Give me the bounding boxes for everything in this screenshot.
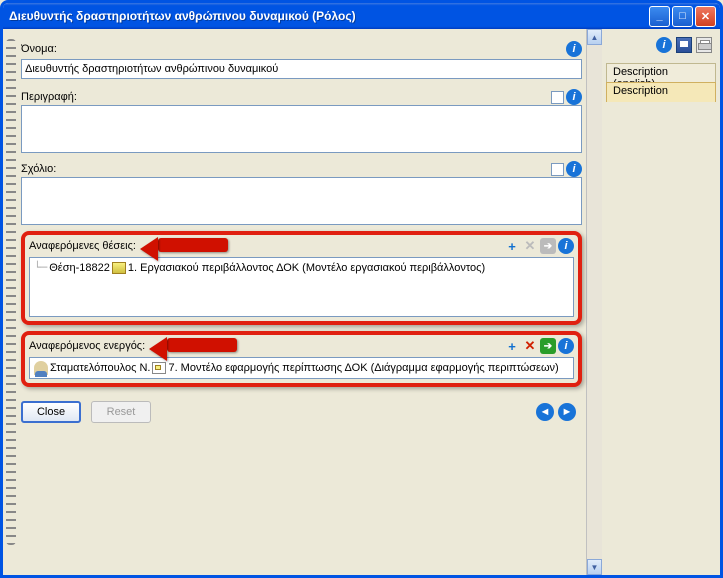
close-button[interactable]: Close bbox=[21, 401, 81, 423]
positions-section: Αναφερόμενες θέσεις: + ✕ ➔ i └─ Θέση-188… bbox=[21, 231, 582, 325]
actor-list[interactable]: Σταματελόπουλος Ν. 7. Μοντέλο εφαρμογής … bbox=[29, 357, 574, 379]
remove-icon[interactable]: ✕ bbox=[522, 238, 538, 254]
scroll-up-icon[interactable]: ▲ bbox=[587, 29, 602, 45]
list-item[interactable]: Σταματελόπουλος Ν. 7. Μοντέλο εφαρμογής … bbox=[34, 361, 569, 375]
next-button[interactable]: ► bbox=[558, 403, 576, 421]
minimize-button[interactable]: _ bbox=[649, 6, 670, 27]
print-icon[interactable] bbox=[696, 37, 712, 53]
remove-icon[interactable]: ✕ bbox=[522, 338, 538, 354]
titlebar[interactable]: Διευθυντής δραστηριοτήτων ανθρώπινου δυν… bbox=[3, 3, 720, 29]
info-icon[interactable]: i bbox=[566, 41, 582, 57]
person-icon bbox=[34, 361, 48, 375]
scroll-track[interactable] bbox=[587, 45, 602, 559]
close-window-button[interactable]: ✕ bbox=[695, 6, 716, 27]
comment-checkbox[interactable] bbox=[551, 163, 564, 176]
positions-tools: + ✕ ➔ i bbox=[504, 238, 574, 254]
info-icon[interactable]: i bbox=[566, 89, 582, 105]
window: Διευθυντής δραστηριοτήτων ανθρώπινου δυν… bbox=[0, 0, 723, 578]
annotation-arrow bbox=[145, 337, 504, 355]
goto-icon[interactable]: ➔ bbox=[540, 338, 556, 354]
annotation-arrow bbox=[136, 237, 504, 255]
tree-connector-icon: └─ bbox=[34, 261, 47, 274]
item-text: 7. Μοντέλο εφαρμογής περίπτωσης ΔΟΚ (Διά… bbox=[168, 362, 558, 374]
goto-icon[interactable]: ➔ bbox=[540, 238, 556, 254]
nav-arrows: ◄ ► bbox=[536, 403, 582, 421]
window-title: Διευθυντής δραστηριοτήτων ανθρώπινου δυν… bbox=[9, 9, 649, 23]
prev-button[interactable]: ◄ bbox=[536, 403, 554, 421]
actor-title: Αναφερόμενος ενεργός: bbox=[29, 340, 145, 352]
reset-button: Reset bbox=[91, 401, 151, 423]
item-text: 1. Εργασιακού περιβάλλοντος ΔΟΚ (Μοντέλο… bbox=[128, 262, 485, 274]
diagram-icon bbox=[152, 362, 166, 374]
tab-description[interactable]: Description bbox=[606, 82, 716, 102]
positions-list[interactable]: └─ Θέση-18822 1. Εργασιακού περιβάλλοντο… bbox=[29, 257, 574, 317]
description-label: Περιγραφή: bbox=[21, 91, 551, 103]
name-label-row: Όνομα: i bbox=[21, 41, 582, 57]
comment-textarea[interactable] bbox=[21, 177, 582, 225]
name-label: Όνομα: bbox=[21, 43, 566, 55]
info-icon[interactable]: i bbox=[558, 338, 574, 354]
positions-title: Αναφερόμενες θέσεις: bbox=[29, 240, 136, 252]
item-prefix: Σταματελόπουλος Ν. bbox=[50, 362, 150, 374]
comment-label-row: Σχόλιο: i bbox=[21, 161, 582, 177]
description-checkbox[interactable] bbox=[551, 91, 564, 104]
item-prefix: Θέση-18822 bbox=[49, 262, 110, 274]
footer: Close Reset ◄ ► bbox=[21, 387, 582, 423]
main-panel: Όνομα: i Περιγραφή: i Σχόλιο: i bbox=[21, 29, 586, 575]
side-panel: i Description (english) Description bbox=[602, 29, 720, 575]
actor-section: Αναφερόμενος ενεργός: + ✕ ➔ i Σταματελόπ… bbox=[21, 331, 582, 387]
description-textarea[interactable] bbox=[21, 105, 582, 153]
list-item[interactable]: └─ Θέση-18822 1. Εργασιακού περιβάλλοντο… bbox=[34, 261, 569, 274]
titlebar-buttons: _ □ ✕ bbox=[649, 6, 716, 27]
spiral-binding bbox=[3, 29, 21, 575]
comment-label: Σχόλιο: bbox=[21, 163, 551, 175]
add-icon[interactable]: + bbox=[504, 338, 520, 354]
save-icon[interactable] bbox=[676, 37, 692, 53]
description-label-row: Περιγραφή: i bbox=[21, 89, 582, 105]
actor-header: Αναφερόμενος ενεργός: + ✕ ➔ i bbox=[29, 337, 574, 355]
scroll-down-icon[interactable]: ▼ bbox=[587, 559, 602, 575]
top-toolbar: i bbox=[606, 35, 716, 63]
actor-tools: + ✕ ➔ i bbox=[504, 338, 574, 354]
folder-icon bbox=[112, 262, 126, 274]
info-icon[interactable]: i bbox=[566, 161, 582, 177]
client-area: Όνομα: i Περιγραφή: i Σχόλιο: i bbox=[3, 29, 720, 575]
positions-header: Αναφερόμενες θέσεις: + ✕ ➔ i bbox=[29, 237, 574, 255]
vertical-scrollbar[interactable]: ▲ ▼ bbox=[586, 29, 602, 575]
info-icon[interactable]: i bbox=[558, 238, 574, 254]
maximize-button[interactable]: □ bbox=[672, 6, 693, 27]
name-input[interactable] bbox=[21, 59, 582, 79]
info-icon[interactable]: i bbox=[656, 37, 672, 53]
tab-description-english[interactable]: Description (english) bbox=[606, 63, 716, 83]
tab-label: Description bbox=[613, 85, 668, 97]
add-icon[interactable]: + bbox=[504, 238, 520, 254]
